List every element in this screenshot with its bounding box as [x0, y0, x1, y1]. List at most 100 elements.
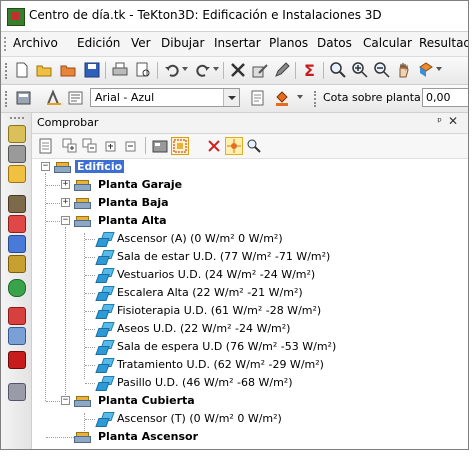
room-label[interactable]: Sala de espera U.D (76 W/m² -53 W/m²) [117, 340, 336, 353]
tree-node-room[interactable]: Ascensor (A) (0 W/m² 0 W/m²) [32, 231, 452, 249]
expand-icon[interactable]: + [61, 198, 70, 207]
menu-insertar[interactable]: Insertar [214, 36, 261, 50]
tree-node-room[interactable]: Fisioterapia U.D. (61 W/m² -28 W/m²) [32, 303, 452, 321]
text-properties-icon[interactable] [249, 89, 267, 107]
zoom-icon[interactable] [329, 61, 347, 79]
building-data-icon[interactable] [8, 125, 26, 143]
toolbar-grip-icon[interactable] [5, 63, 10, 79]
color-dropdown-icon[interactable] [297, 95, 303, 99]
tree-node-floor[interactable]: + Planta Garaje [32, 177, 332, 195]
vertical-toolbar-grip-icon[interactable] [10, 117, 24, 122]
lighting-icon[interactable] [8, 235, 26, 253]
tree-node-room[interactable]: Vestuarios U.D. (24 W/m² -24 W/m²) [32, 267, 452, 285]
open-recent-icon[interactable] [59, 61, 77, 79]
cota-input[interactable]: 0,00 [422, 88, 468, 107]
view-dropdown-icon[interactable] [436, 67, 442, 71]
occupancy-icon[interactable] [8, 215, 26, 233]
alarm-icon[interactable] [8, 351, 26, 369]
tree-label-floor[interactable]: Planta Garaje [98, 178, 182, 191]
zoom-in-icon[interactable] [351, 61, 369, 79]
menu-edicion[interactable]: Edición [77, 36, 120, 50]
tree-node-floor[interactable]: + Planta Baja [32, 195, 332, 213]
tree-label-root[interactable]: Edificio [75, 160, 125, 173]
menu-resultado[interactable]: Resultado [419, 36, 468, 50]
undo-dropdown-icon[interactable] [182, 67, 188, 71]
menu-ver[interactable]: Ver [131, 36, 151, 50]
properties-icon[interactable] [152, 138, 168, 154]
open-folder-icon[interactable] [35, 61, 53, 79]
enclosures-icon[interactable] [8, 195, 26, 213]
text-style-icon[interactable] [45, 89, 63, 107]
tree-label-floor[interactable]: Planta Ascensor [98, 430, 198, 443]
room-label[interactable]: Tratamiento U.D. (62 W/m² -29 W/m²) [117, 358, 324, 371]
tree-label-floor[interactable]: Planta Baja [98, 196, 169, 209]
delete-icon[interactable] [229, 61, 247, 79]
menu-planos[interactable]: Planos [269, 36, 308, 50]
walls-icon[interactable] [8, 145, 26, 163]
pin-icon[interactable]: ᵖ [437, 115, 442, 128]
search-icon[interactable] [246, 138, 262, 154]
collapse-icon[interactable]: − [61, 396, 70, 405]
toolbar-grip-icon[interactable] [5, 91, 10, 107]
tree-node-floor[interactable]: − Planta Cubierta [32, 393, 332, 411]
room-label[interactable]: Ascensor (T) (0 W/m² 0 W/m²) [117, 412, 282, 425]
pencil-icon[interactable] [273, 61, 291, 79]
tree-node-room[interactable]: Ascensor (T) (0 W/m² 0 W/m²) [32, 411, 452, 429]
collapse-all-icon[interactable] [122, 138, 138, 154]
menu-grip-icon[interactable] [4, 37, 9, 51]
room-label[interactable]: Pasillo U.D. (46 W/m² -68 W/m²) [117, 376, 292, 389]
menu-dibujar[interactable]: Dibujar [161, 36, 204, 50]
pan-hand-icon[interactable] [395, 61, 413, 79]
combo-dropdown-icon[interactable] [223, 89, 239, 106]
materials-icon[interactable] [8, 165, 26, 183]
locate-icon[interactable] [225, 137, 243, 155]
remove-icon[interactable] [206, 138, 222, 154]
sum-icon[interactable]: Σ [301, 61, 319, 79]
expand-level-icon[interactable] [82, 138, 98, 154]
text-format-icon[interactable] [67, 89, 85, 107]
menu-calcular[interactable]: Calcular [363, 36, 412, 50]
tree-node-room[interactable]: Escalera Alta (22 W/m² -21 W/m²) [32, 285, 452, 303]
room-label[interactable]: Fisioterapia U.D. (61 W/m² -28 W/m²) [117, 304, 321, 317]
tree-node-root[interactable]: − Edificio [32, 159, 232, 177]
print-icon[interactable] [111, 61, 129, 79]
tree-node-room[interactable]: Pasillo U.D. (46 W/m² -68 W/m²) [32, 375, 452, 393]
color-bucket-icon[interactable] [273, 89, 291, 107]
collapse-level-icon[interactable] [102, 138, 118, 154]
tree-label-floor[interactable]: Planta Cubierta [98, 394, 195, 407]
view-3d-icon[interactable] [417, 61, 435, 79]
equipment-icon[interactable] [8, 255, 26, 273]
tree-label-floor[interactable]: Planta Alta [98, 214, 167, 227]
tree-node-floor[interactable]: Planta Ascensor [32, 429, 332, 447]
toolbar-grip-icon[interactable] [314, 91, 319, 107]
menu-datos[interactable]: Datos [317, 36, 352, 50]
edit-icon[interactable] [251, 61, 269, 79]
report-icon[interactable] [8, 383, 26, 401]
hvac-unit-icon[interactable] [8, 327, 26, 345]
room-label[interactable]: Ascensor (A) (0 W/m² 0 W/m²) [117, 232, 283, 245]
room-label[interactable]: Aseos U.D. (22 W/m² -24 W/m²) [117, 322, 290, 335]
close-icon[interactable]: ✕ [448, 114, 458, 128]
tree-node-room[interactable]: Aseos U.D. (22 W/m² -24 W/m²) [32, 321, 452, 339]
collapse-icon[interactable]: − [41, 162, 50, 171]
select-area-icon[interactable] [171, 137, 189, 155]
room-label[interactable]: Vestuarios U.D. (24 W/m² -24 W/m²) [117, 268, 315, 281]
text-style-combo[interactable]: Arial - Azul [90, 88, 240, 107]
save-icon[interactable] [83, 61, 101, 79]
zoom-out-icon[interactable] [373, 61, 391, 79]
menu-archivo[interactable]: Archivo [13, 36, 58, 50]
collapse-icon[interactable]: − [61, 216, 70, 225]
redo-icon[interactable] [194, 61, 212, 79]
print-preview-icon[interactable] [134, 61, 152, 79]
tree-node-room[interactable]: Sala de estar U.D. (77 W/m² -71 W/m²) [32, 249, 452, 267]
undo-icon[interactable] [163, 61, 181, 79]
room-label[interactable]: Sala de estar U.D. (77 W/m² -71 W/m²) [117, 250, 330, 263]
new-file-icon[interactable] [13, 61, 31, 79]
tree-node-room[interactable]: Tratamiento U.D. (62 W/m² -29 W/m²) [32, 357, 452, 375]
room-label[interactable]: Escalera Alta (22 W/m² -21 W/m²) [117, 286, 303, 299]
tree-node-floor[interactable]: − Planta Alta [32, 213, 332, 231]
layer-manager-icon[interactable] [15, 89, 33, 107]
expand-icon[interactable]: + [61, 180, 70, 189]
check-list-icon[interactable] [38, 138, 54, 154]
ventilation-icon[interactable] [8, 279, 26, 297]
